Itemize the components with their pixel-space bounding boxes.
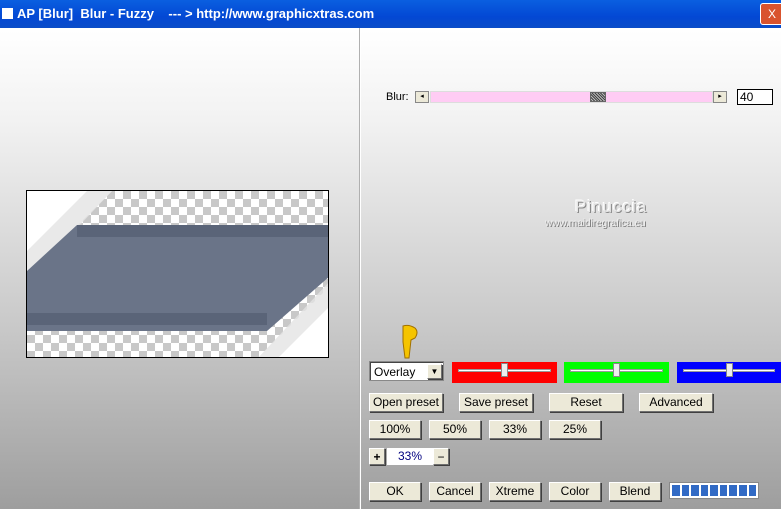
- zoom-100-button[interactable]: 100%: [369, 420, 421, 439]
- zoom-50-button[interactable]: 50%: [429, 420, 481, 439]
- preview-image[interactable]: [26, 190, 329, 358]
- progress-segment: [738, 485, 747, 496]
- window-title: AP [Blur] Blur - Fuzzy --- > http://www.…: [17, 6, 375, 21]
- blur-increase-arrow-icon[interactable]: ▸: [713, 91, 727, 103]
- progress-segment: [672, 485, 680, 496]
- cancel-button[interactable]: Cancel: [429, 482, 481, 501]
- color-button[interactable]: Color: [549, 482, 601, 501]
- zoom-value-field[interactable]: 33%: [387, 448, 433, 465]
- window-icon: [2, 8, 13, 19]
- blend-mode-value: Overlay: [374, 365, 416, 379]
- save-preset-button[interactable]: Save preset: [459, 393, 533, 412]
- zoom-in-button[interactable]: +: [369, 448, 385, 465]
- open-preset-button[interactable]: Open preset: [369, 393, 443, 412]
- progress-segment: [691, 485, 699, 496]
- reset-button[interactable]: Reset: [549, 393, 623, 412]
- blend-mode-dropdown[interactable]: Overlay ▼: [369, 361, 444, 381]
- blur-decrease-arrow-icon[interactable]: ◂: [415, 91, 429, 103]
- watermark-name: Pinuccia: [575, 197, 648, 216]
- advanced-button[interactable]: Advanced: [639, 393, 713, 412]
- progress-segment: [710, 485, 718, 496]
- blur-label: Blur:: [386, 91, 409, 103]
- zoom-33-button[interactable]: 33%: [489, 420, 541, 439]
- zoom-out-button[interactable]: −: [433, 448, 449, 465]
- zoom-25-button[interactable]: 25%: [549, 420, 601, 439]
- close-button[interactable]: X: [760, 3, 781, 25]
- pointing-hand-icon: [399, 324, 421, 360]
- green-slider[interactable]: [564, 362, 669, 383]
- progress-segment: [719, 485, 728, 496]
- blend-button[interactable]: Blend: [609, 482, 661, 501]
- progress-segment: [748, 485, 757, 496]
- red-slider[interactable]: [452, 362, 557, 383]
- progress-segment: [681, 485, 690, 496]
- blur-slider[interactable]: [430, 91, 713, 103]
- chevron-down-icon[interactable]: ▼: [427, 364, 442, 379]
- progress-bar: [669, 482, 759, 499]
- progress-segment: [729, 485, 737, 496]
- blur-slider-thumb[interactable]: [590, 92, 607, 102]
- panel-divider: [359, 28, 361, 509]
- progress-segment: [700, 485, 709, 496]
- watermark-url: www.maidiregrafica.eu: [545, 218, 646, 229]
- ok-button[interactable]: OK: [369, 482, 421, 501]
- blue-slider[interactable]: [677, 362, 781, 383]
- blur-value-input[interactable]: 40: [737, 89, 773, 105]
- title-bar: AP [Blur] Blur - Fuzzy --- > http://www.…: [0, 0, 781, 28]
- xtreme-button[interactable]: Xtreme: [489, 482, 541, 501]
